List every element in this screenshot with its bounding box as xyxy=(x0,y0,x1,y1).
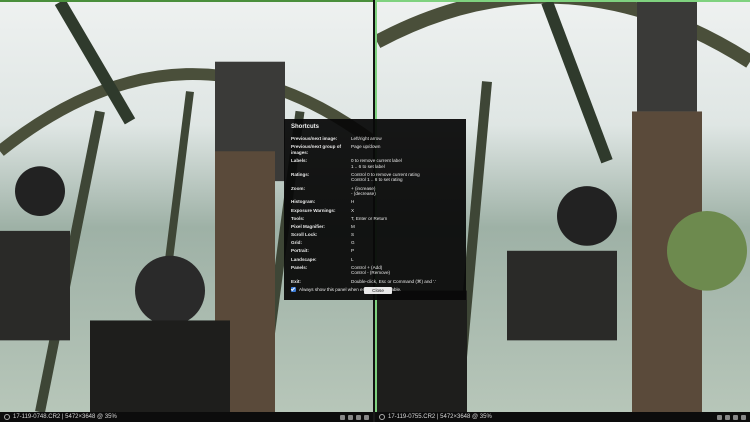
shortcut-key: Grid: xyxy=(291,240,302,246)
shortcut-key: Portrait: xyxy=(291,248,309,254)
right-status-icons xyxy=(717,414,746,420)
right-file-info: 17-119-0755.CR2 | 5472×3648 @ 35% xyxy=(388,414,492,420)
shortcut-key: Panels: xyxy=(291,264,308,270)
shortcut-value: X xyxy=(351,208,459,214)
rating-icon[interactable] xyxy=(340,414,345,420)
shortcut-row: Grid: G xyxy=(291,240,459,246)
shortcut-key: Scroll Lock: xyxy=(291,232,318,238)
shortcuts-title: Shortcuts xyxy=(291,124,320,130)
shortcut-value-line: Control 1 .. 6 to set rating xyxy=(351,177,403,183)
shortcut-value-line: H xyxy=(351,199,355,205)
flag-icon[interactable] xyxy=(733,414,738,420)
shortcut-row: Scroll Lock: S xyxy=(291,232,459,238)
shortcut-value: T, Enter or Return xyxy=(351,216,459,222)
shortcut-value: Page up/down xyxy=(351,144,459,155)
shortcut-value: Control + (Add) Control - (Remove) xyxy=(351,265,459,276)
shortcut-value-line: M xyxy=(351,223,355,229)
shortcut-key: Histogram: xyxy=(291,199,316,205)
shortcut-value: Double-click, Esc or Command (⌘) and '.' xyxy=(351,279,459,285)
shortcut-value-line: P xyxy=(351,248,355,254)
shortcut-value-line: 1 .. 6 to set label xyxy=(351,163,385,169)
shortcut-key: Previous/next image: xyxy=(291,136,338,141)
left-file-info: 17-119-0748.CR2 | 5472×3648 @ 35% xyxy=(13,414,117,420)
shortcut-key: Ratings: xyxy=(291,171,310,177)
shortcut-row: Labels: 0 to remove current label 1 .. 6 t… xyxy=(291,158,459,169)
shortcut-value: 0 to remove current label 1 .. 6 to set l… xyxy=(351,158,459,169)
shortcut-value: Control 0 to remove current rating Contro… xyxy=(351,172,459,183)
shortcut-key: Tools: xyxy=(291,215,305,221)
shortcut-row: Exit: Double-click, Esc or Command (⌘) an… xyxy=(291,279,459,285)
shortcut-row: Previous/next image: Left/right arrow xyxy=(291,136,459,142)
shortcut-key: Pixel Magnifier: xyxy=(291,223,325,229)
shortcut-row: Zoom: + (increase) - (decrease) xyxy=(291,186,459,197)
shortcut-value: Left/right arrow xyxy=(351,136,459,142)
shortcut-row: Previous/next group of images: Page up/do… xyxy=(291,144,459,155)
shortcut-value-line: Left/right arrow xyxy=(351,136,382,141)
histogram-icon[interactable] xyxy=(364,414,369,420)
shortcut-row: Ratings: Control 0 to remove current rati… xyxy=(291,172,459,183)
info-icon[interactable] xyxy=(4,414,10,420)
shortcut-row: Landscape: L xyxy=(291,257,459,263)
shortcut-key: Exposure Warnings: xyxy=(291,207,336,213)
shortcut-row: Histogram: H xyxy=(291,199,459,205)
always-show-checkbox[interactable] xyxy=(291,287,296,293)
left-status-icons xyxy=(340,414,369,420)
shortcut-key: Exit: xyxy=(291,278,301,284)
shortcut-value: G xyxy=(351,240,459,246)
rating-icon[interactable] xyxy=(717,414,722,420)
shortcuts-list: Previous/next image: Left/right arrow Prev… xyxy=(291,136,459,284)
shortcut-row: Exposure Warnings: X xyxy=(291,208,459,214)
flag-icon[interactable] xyxy=(356,414,361,420)
shortcut-value-line: L xyxy=(351,256,354,262)
shortcut-value: + (increase) - (decrease) xyxy=(351,186,459,197)
shortcut-value-line: - (decrease) xyxy=(351,191,376,197)
histogram-icon[interactable] xyxy=(741,414,746,420)
close-button[interactable]: Close xyxy=(364,287,392,294)
shortcut-key: Zoom: xyxy=(291,185,306,191)
shortcut-row: Panels: Control + (Add) Control - (Remove) xyxy=(291,265,459,276)
shortcut-value: S xyxy=(351,232,459,238)
shortcut-value: H xyxy=(351,199,459,205)
shortcut-value: P xyxy=(351,248,459,254)
shortcut-value-line: Page up/down xyxy=(351,144,381,150)
shortcut-key: Labels: xyxy=(291,157,308,163)
shortcut-key: Previous/next group of images: xyxy=(291,144,342,155)
shortcut-row: Pixel Magnifier: M xyxy=(291,224,459,230)
shortcuts-panel: Shortcuts Previous/next image: Left/right… xyxy=(284,119,466,300)
shortcut-row: Portrait: P xyxy=(291,248,459,254)
shortcut-value-line: X xyxy=(351,207,355,213)
shortcut-value: L xyxy=(351,257,459,263)
right-status-bar: 17-119-0755.CR2 | 5472×3648 @ 35% xyxy=(375,412,750,422)
shortcut-value-line: Double-click, Esc or Command (⌘) and '.' xyxy=(351,278,437,284)
label-icon[interactable] xyxy=(348,414,353,420)
shortcut-key: Landscape: xyxy=(291,256,317,262)
shortcut-value-line: S xyxy=(351,232,355,238)
label-icon[interactable] xyxy=(725,414,730,420)
shortcut-value: M xyxy=(351,224,459,230)
shortcut-value-line: G xyxy=(351,240,355,246)
info-icon[interactable] xyxy=(379,414,385,420)
shortcut-value-line: Control - (Remove) xyxy=(351,270,391,276)
shortcut-value-line: T, Enter or Return xyxy=(351,215,388,221)
shortcut-row: Tools: T, Enter or Return xyxy=(291,216,459,222)
left-status-bar: 17-119-0748.CR2 | 5472×3648 @ 35% xyxy=(0,412,373,422)
